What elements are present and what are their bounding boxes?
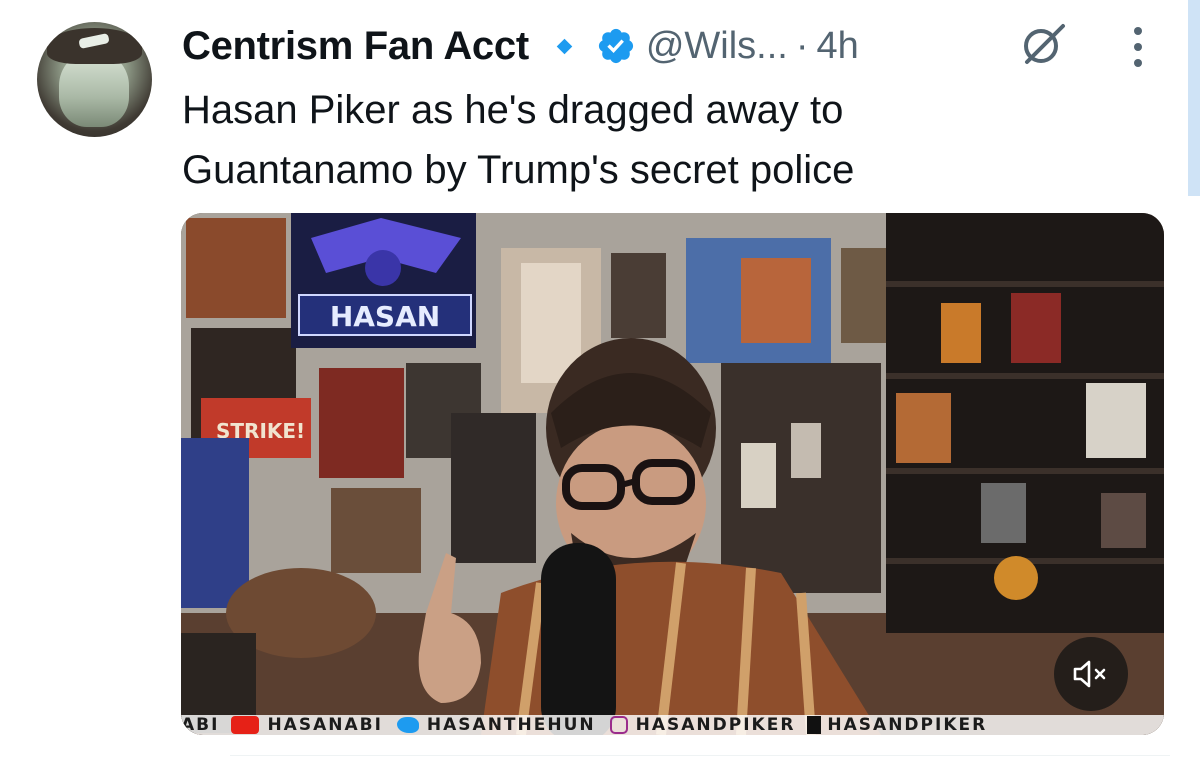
instagram-icon bbox=[609, 716, 628, 734]
youtube-icon bbox=[231, 716, 260, 734]
socials-text: HASANABI bbox=[267, 715, 383, 735]
tweet-text-line: Hasan Piker as he's dragged away to bbox=[182, 88, 844, 132]
display-name[interactable]: Centrism Fan Acct bbox=[182, 24, 529, 69]
author-handle[interactable]: @Wils... bbox=[646, 25, 788, 68]
hasan-sign-text: HASAN bbox=[330, 300, 440, 333]
speaker-muted-icon bbox=[1073, 660, 1106, 688]
video-socials-bar: ABI HASANABI HASANTHEHUN HASANDPIKER HAS… bbox=[181, 715, 1164, 735]
grok-icon[interactable] bbox=[1015, 16, 1071, 72]
video-player[interactable]: STRIKE! HASAN ABI HASANABI HASANTHEHUN H… bbox=[181, 213, 1164, 735]
socials-text: HASANTHEHUN bbox=[426, 715, 596, 735]
twitter-icon bbox=[396, 717, 419, 733]
meta-separator: · bbox=[795, 24, 809, 67]
verified-badge-icon[interactable] bbox=[596, 26, 636, 66]
scrollbar[interactable] bbox=[1188, 0, 1200, 196]
tweet-timestamp[interactable]: 4h bbox=[817, 25, 859, 68]
tweet-text-line: Guantanamo by Trump's secret police bbox=[182, 148, 855, 192]
mute-button[interactable] bbox=[1054, 637, 1128, 711]
affiliate-diamond-icon bbox=[556, 38, 573, 54]
avatar[interactable] bbox=[37, 22, 152, 137]
tiktok-icon bbox=[807, 716, 822, 734]
divider bbox=[230, 755, 1170, 756]
tweet[interactable]: Centrism Fan Acct @Wils... · 4h Hasan Pi… bbox=[0, 0, 1200, 758]
tweet-header: Centrism Fan Acct @Wils... · 4h bbox=[182, 18, 859, 74]
socials-text: ABI bbox=[181, 715, 220, 735]
more-vertical-icon[interactable] bbox=[1128, 24, 1148, 70]
socials-text: HASANDPIKER bbox=[827, 715, 988, 735]
video-frame: STRIKE! HASAN bbox=[181, 213, 1164, 735]
socials-text: HASANDPIKER bbox=[635, 715, 796, 735]
tweet-text: Hasan Piker as he's dragged away to Guan… bbox=[182, 80, 1082, 200]
